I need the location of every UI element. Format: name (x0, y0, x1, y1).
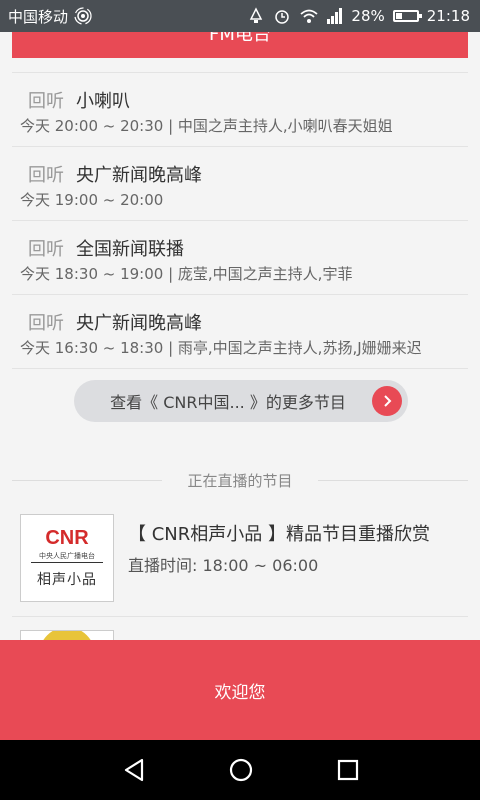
clock: 21:18 (426, 7, 470, 25)
chevron-right-icon[interactable] (372, 386, 402, 416)
next-program-logo (20, 630, 114, 640)
logo-category: 相声小品 (37, 572, 97, 588)
main-content: 回听 小喇叭 今天 20:00 ~ 20:30 | 中国之声主持人,小喇叭春天姐… (12, 58, 468, 640)
status-left: 中国移动 (8, 0, 92, 32)
more-programs-button[interactable]: 查看《 CNR中国... 》的更多节目 (74, 380, 408, 422)
program-detail: 今天 16:30 ~ 18:30 | 雨亭,中国之声主持人,苏扬,J姗姗来迟 (20, 339, 422, 357)
signal-icon (325, 7, 343, 25)
program-item[interactable]: 回听 小喇叭 今天 20:00 ~ 20:30 | 中国之声主持人,小喇叭春天姐… (12, 72, 468, 146)
program-detail: 今天 20:00 ~ 20:30 | 中国之声主持人,小喇叭春天姐姐 (20, 117, 393, 135)
battery-percent: 28% (351, 7, 385, 25)
live-program-title: 【 CNR相声小品 】精品节目重播欣赏 (128, 524, 430, 545)
vibrate-icon (247, 7, 265, 25)
hotspot-icon (74, 7, 92, 25)
navigation-bar (0, 740, 480, 800)
program-name: 央广新闻晚高峰 (76, 165, 202, 186)
replay-label[interactable]: 回听 (28, 161, 64, 187)
divider (12, 368, 468, 369)
logo-brand: CNR (45, 527, 89, 549)
back-icon[interactable] (120, 756, 148, 784)
program-item[interactable]: 回听 全国新闻联播 今天 18:30 ~ 19:00 | 庞莹,中国之声主持人,… (12, 220, 468, 294)
replay-label[interactable]: 回听 (28, 235, 64, 261)
divider (318, 480, 468, 481)
program-name: 小喇叭 (76, 91, 130, 112)
program-name: 央广新闻晚高峰 (76, 313, 202, 334)
welcome-button[interactable]: 欢迎您 (0, 640, 480, 740)
replay-label[interactable]: 回听 (28, 309, 64, 335)
program-item[interactable]: 回听 央广新闻晚高峰 今天 19:00 ~ 20:00 (12, 146, 468, 220)
program-detail: 今天 18:30 ~ 19:00 | 庞莹,中国之声主持人,宇菲 (20, 265, 353, 283)
wifi-icon (299, 7, 319, 25)
welcome-label: 欢迎您 (214, 682, 266, 703)
live-section-heading: 正在直播的节目 (12, 470, 468, 490)
live-program-time: 直播时间: 18:00 ~ 06:00 (128, 556, 319, 575)
page-title: FM电台 (209, 32, 271, 45)
logo-subtitle: 中央人民广播电台 (39, 552, 95, 560)
more-programs-label: 查看《 CNR中国... 》的更多节目 (110, 393, 346, 412)
status-right: 28% 21:18 (247, 0, 470, 32)
program-list: 回听 小喇叭 今天 20:00 ~ 20:30 | 中国之声主持人,小喇叭春天姐… (12, 72, 468, 369)
status-bar: 中国移动 28% 21:18 (0, 0, 480, 32)
battery-icon (392, 10, 422, 22)
recent-apps-icon[interactable] (334, 756, 362, 784)
carrier-label: 中国移动 (8, 7, 69, 26)
program-name: 全国新闻联播 (76, 239, 184, 260)
live-program-card[interactable]: CNR 中央人民广播电台 相声小品 【 CNR相声小品 】精品节目重播欣赏 直播… (12, 496, 468, 617)
replay-label[interactable]: 回听 (28, 87, 64, 113)
program-detail: 今天 19:00 ~ 20:00 (20, 191, 164, 209)
home-icon[interactable] (227, 756, 255, 784)
alarm-icon (273, 7, 291, 25)
header-bar: FM电台 (12, 32, 468, 58)
program-item[interactable]: 回听 央广新闻晚高峰 今天 16:30 ~ 18:30 | 雨亭,中国之声主持人… (12, 294, 468, 368)
cnr-logo: CNR 中央人民广播电台 相声小品 (20, 514, 114, 602)
